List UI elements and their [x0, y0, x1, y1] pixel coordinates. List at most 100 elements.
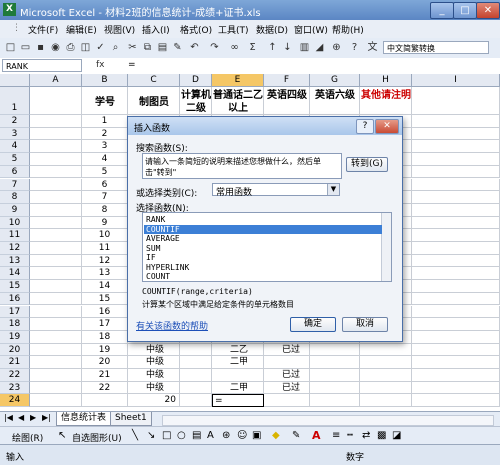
- name-box[interactable]: RANK: [2, 59, 82, 72]
- table-cell[interactable]: [412, 115, 500, 128]
- table-cell[interactable]: [212, 369, 264, 382]
- table-cell[interactable]: [310, 381, 360, 395]
- table-cell[interactable]: 18: [82, 330, 128, 344]
- table-cell[interactable]: [360, 381, 412, 395]
- menu-file[interactable]: 文件(F): [28, 23, 58, 36]
- row-header[interactable]: 14: [0, 267, 30, 281]
- table-cell[interactable]: [360, 356, 412, 369]
- new-icon[interactable]: □: [4, 41, 17, 54]
- 3d-icon[interactable]: ◪: [392, 430, 401, 441]
- sheet-tab-info[interactable]: 信息统计表: [56, 412, 112, 426]
- line-style-icon[interactable]: ≡: [332, 430, 340, 441]
- table-cell[interactable]: [412, 343, 500, 357]
- row-header[interactable]: 4: [0, 140, 30, 154]
- diagram-icon[interactable]: ⊛: [222, 430, 230, 441]
- sheet-tab-sheet1[interactable]: Sheet1: [110, 412, 152, 426]
- table-cell[interactable]: [30, 242, 82, 255]
- table-cell[interactable]: [82, 394, 128, 408]
- table-cell[interactable]: [412, 369, 500, 382]
- table-cell[interactable]: 3: [82, 140, 128, 154]
- table-cell[interactable]: [30, 87, 82, 115]
- table-cell[interactable]: [310, 369, 360, 382]
- table-cell[interactable]: [30, 330, 82, 344]
- table-cell[interactable]: 22: [82, 381, 128, 395]
- table-cell[interactable]: [412, 292, 500, 306]
- cancel-button[interactable]: 取消: [342, 317, 388, 332]
- table-cell[interactable]: =: [212, 394, 264, 408]
- table-cell[interactable]: [30, 394, 82, 408]
- print-icon[interactable]: ⎙: [64, 41, 77, 54]
- row-header[interactable]: 5: [0, 153, 30, 166]
- table-cell[interactable]: [360, 343, 412, 357]
- table-cell[interactable]: 中级: [128, 356, 180, 369]
- table-cell[interactable]: [180, 369, 212, 382]
- row-header[interactable]: 1: [0, 87, 30, 115]
- table-cell[interactable]: [412, 216, 500, 230]
- table-cell[interactable]: [30, 343, 82, 357]
- clipart-icon[interactable]: ☺: [237, 430, 247, 441]
- table-cell[interactable]: 14: [82, 280, 128, 293]
- draw-menu[interactable]: 绘图(R): [12, 431, 43, 444]
- column-header[interactable]: G: [310, 74, 360, 87]
- function-list-item[interactable]: IF: [144, 253, 382, 262]
- autosum-icon[interactable]: Σ: [246, 41, 259, 54]
- function-list-item[interactable]: RANK: [144, 215, 382, 224]
- search-function-input[interactable]: 请输入一条简短的说明来描述您想做什么，然后单击"转到": [142, 153, 342, 179]
- table-cell[interactable]: 6: [82, 178, 128, 192]
- menu-view[interactable]: 视图(V): [104, 23, 135, 36]
- menu-edit[interactable]: 编辑(E): [66, 23, 97, 36]
- row-header[interactable]: 24: [0, 394, 30, 408]
- row-header[interactable]: 16: [0, 292, 30, 306]
- textbox-icon[interactable]: ▤: [192, 430, 201, 441]
- permission-icon[interactable]: ◉: [49, 41, 62, 54]
- table-cell[interactable]: [30, 203, 82, 217]
- table-cell[interactable]: [30, 115, 82, 128]
- column-header[interactable]: H: [360, 74, 412, 87]
- table-cell[interactable]: [310, 394, 360, 408]
- row-header[interactable]: 22: [0, 369, 30, 382]
- zoom-icon[interactable]: ⊕: [330, 41, 343, 54]
- table-cell[interactable]: [412, 140, 500, 154]
- fx-icon[interactable]: fx: [96, 60, 105, 70]
- table-cell[interactable]: [412, 87, 500, 115]
- close-button[interactable]: ✕: [476, 2, 500, 19]
- function-help-link[interactable]: 有关该函数的帮助: [136, 319, 208, 332]
- research-icon[interactable]: ⌕: [109, 41, 122, 54]
- row-header[interactable]: 2: [0, 115, 30, 128]
- table-cell[interactable]: 已过: [264, 381, 310, 395]
- table-cell[interactable]: [264, 394, 310, 408]
- table-cell[interactable]: [30, 381, 82, 395]
- table-cell[interactable]: [264, 356, 310, 369]
- table-cell[interactable]: [412, 178, 500, 192]
- shadow-icon[interactable]: ▩: [377, 430, 386, 441]
- column-header[interactable]: F: [264, 74, 310, 87]
- table-cell[interactable]: [30, 280, 82, 293]
- tab-nav-last-icon[interactable]: ▶|: [42, 413, 51, 422]
- table-cell[interactable]: 17: [82, 318, 128, 331]
- table-cell[interactable]: [30, 140, 82, 154]
- paste-icon[interactable]: ▤: [156, 41, 169, 54]
- function-list-item[interactable]: HYPERLINK: [144, 263, 382, 272]
- table-cell[interactable]: 1: [82, 115, 128, 128]
- table-cell[interactable]: [412, 267, 500, 281]
- row-header[interactable]: 7: [0, 178, 30, 192]
- function-list-item[interactable]: COUNTIF: [144, 224, 382, 234]
- table-cell[interactable]: [30, 153, 82, 166]
- table-cell[interactable]: 10: [82, 229, 128, 242]
- table-cell[interactable]: [30, 292, 82, 306]
- ime-icon[interactable]: 文: [366, 41, 379, 54]
- save-icon[interactable]: ▪: [34, 41, 47, 54]
- table-cell[interactable]: [412, 153, 500, 166]
- table-cell[interactable]: 中级: [128, 381, 180, 395]
- table-cell[interactable]: 二甲: [212, 381, 264, 395]
- table-cell[interactable]: 15: [82, 292, 128, 306]
- row-header[interactable]: 12: [0, 242, 30, 255]
- tab-nav-next-icon[interactable]: ▶: [30, 413, 36, 422]
- sort-desc-icon[interactable]: ↓: [281, 41, 294, 54]
- table-cell[interactable]: 19: [82, 343, 128, 357]
- menu-tools[interactable]: 工具(T): [218, 23, 249, 36]
- table-cell[interactable]: 二甲: [212, 356, 264, 369]
- table-cell[interactable]: [412, 242, 500, 255]
- dialog-close-icon[interactable]: ✕: [375, 119, 399, 134]
- row-header[interactable]: 13: [0, 254, 30, 268]
